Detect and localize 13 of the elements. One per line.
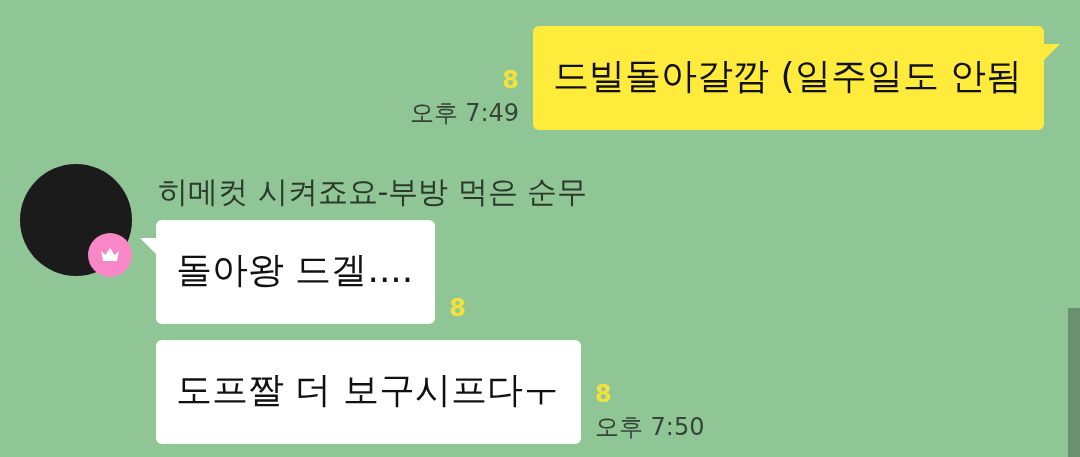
- sender-name: 히메컷 시켜죠요-부방 먹은 순무: [157, 173, 588, 211]
- message-bubble[interactable]: 드빌돌아갈깜 (일주일도 안됨: [533, 26, 1044, 130]
- message-bubble[interactable]: 돌아왕 드겔....: [156, 220, 436, 324]
- unread-count: 8: [594, 380, 612, 408]
- message-bubble[interactable]: 도프짤 더 보구시프다ㅜ: [156, 340, 581, 444]
- unread-count: 8: [502, 66, 520, 94]
- unread-count: 8: [449, 294, 466, 322]
- bubble-tail: [1044, 44, 1060, 60]
- message-time: 오후 7:49: [409, 98, 520, 128]
- bubble-tail: [140, 238, 156, 254]
- message-time: 오후 7:50: [594, 412, 705, 442]
- scrollbar[interactable]: [1068, 308, 1080, 457]
- crown-icon: [88, 233, 132, 277]
